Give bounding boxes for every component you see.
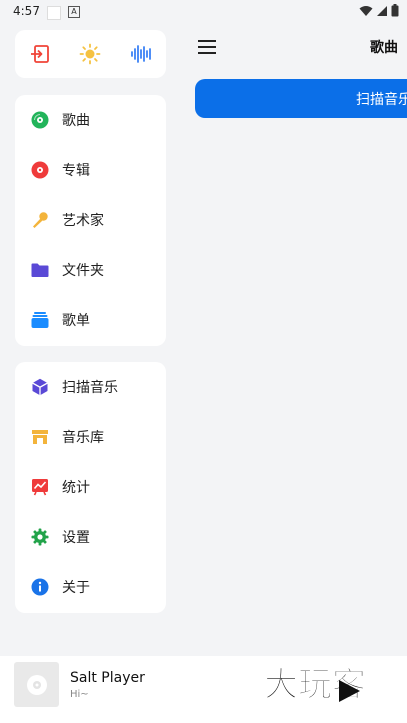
song-disc-icon — [30, 110, 50, 130]
nav-item-about[interactable]: 关于 — [15, 562, 166, 612]
nav-item-songs[interactable]: 歌曲 — [15, 95, 166, 145]
nav-item-label: 专辑 — [62, 163, 90, 179]
nav-item-playlists[interactable]: 歌单 — [15, 295, 166, 345]
sun-icon[interactable] — [78, 42, 102, 66]
watermark-text: 大玩客 — [264, 665, 366, 705]
main-content: 歌曲 扫描音乐 — [181, 24, 407, 656]
page-title: 歌曲 — [370, 40, 398, 56]
nav-item-label: 歌单 — [62, 313, 90, 329]
nav-item-label: 文件夹 — [62, 263, 104, 279]
nav-item-settings[interactable]: 设置 — [15, 512, 166, 562]
nav-item-label: 歌曲 — [62, 113, 90, 129]
notification-icon — [47, 6, 61, 20]
cube-icon — [30, 377, 50, 397]
waveform-icon[interactable] — [129, 42, 153, 66]
menu-button[interactable] — [198, 40, 216, 54]
nav-item-folders[interactable]: 文件夹 — [15, 245, 166, 295]
exit-icon[interactable] — [28, 42, 52, 66]
nav-item-albums[interactable]: 专辑 — [15, 145, 166, 195]
info-icon — [30, 577, 50, 597]
nav-item-music-library[interactable]: 音乐库 — [15, 412, 166, 462]
navigation-drawer: 歌曲 专辑 艺术家 文件夹 歌单 扫描音乐 音乐库 统计 设置 关于 — [0, 24, 181, 656]
nav-item-label: 扫描音乐 — [62, 380, 118, 396]
notification-letter-icon: A — [68, 6, 80, 18]
library-nav-card: 歌曲 专辑 艺术家 文件夹 歌单 — [15, 95, 166, 346]
disc-icon — [26, 674, 47, 695]
folder-icon — [30, 260, 50, 280]
nav-item-label: 音乐库 — [62, 430, 104, 446]
battery-icon — [391, 4, 399, 17]
nav-item-statistics[interactable]: 统计 — [15, 462, 166, 512]
nav-item-scan-music[interactable]: 扫描音乐 — [15, 362, 166, 412]
track-subtitle: Hi~ — [70, 689, 89, 700]
scan-music-button[interactable]: 扫描音乐 — [195, 79, 407, 118]
watermark-logo: 大玩客 — [264, 665, 367, 706]
gear-icon — [30, 527, 50, 547]
track-title: Salt Player — [70, 670, 145, 686]
status-bar: 4:57 A — [0, 0, 407, 24]
playlist-icon — [30, 310, 50, 330]
album-cover[interactable] — [14, 662, 59, 707]
nav-item-label: 统计 — [62, 480, 90, 496]
nav-item-label: 艺术家 — [62, 213, 104, 229]
scan-music-label: 扫描音乐 — [356, 91, 407, 108]
signal-icon — [377, 5, 387, 16]
nav-item-label: 设置 — [62, 530, 90, 546]
wifi-icon — [359, 5, 373, 16]
status-icons — [359, 4, 399, 17]
store-icon — [30, 427, 50, 447]
nav-item-artists[interactable]: 艺术家 — [15, 195, 166, 245]
microphone-icon — [30, 210, 50, 230]
nav-item-label: 关于 — [62, 580, 90, 596]
album-icon — [30, 160, 50, 180]
status-time: 4:57 — [13, 4, 40, 18]
tools-nav-card: 扫描音乐 音乐库 统计 设置 关于 — [15, 362, 166, 613]
chart-icon — [30, 477, 50, 497]
quick-actions-card — [15, 30, 166, 78]
mini-player[interactable]: Salt Player Hi~ 大玩客 — [0, 656, 407, 723]
